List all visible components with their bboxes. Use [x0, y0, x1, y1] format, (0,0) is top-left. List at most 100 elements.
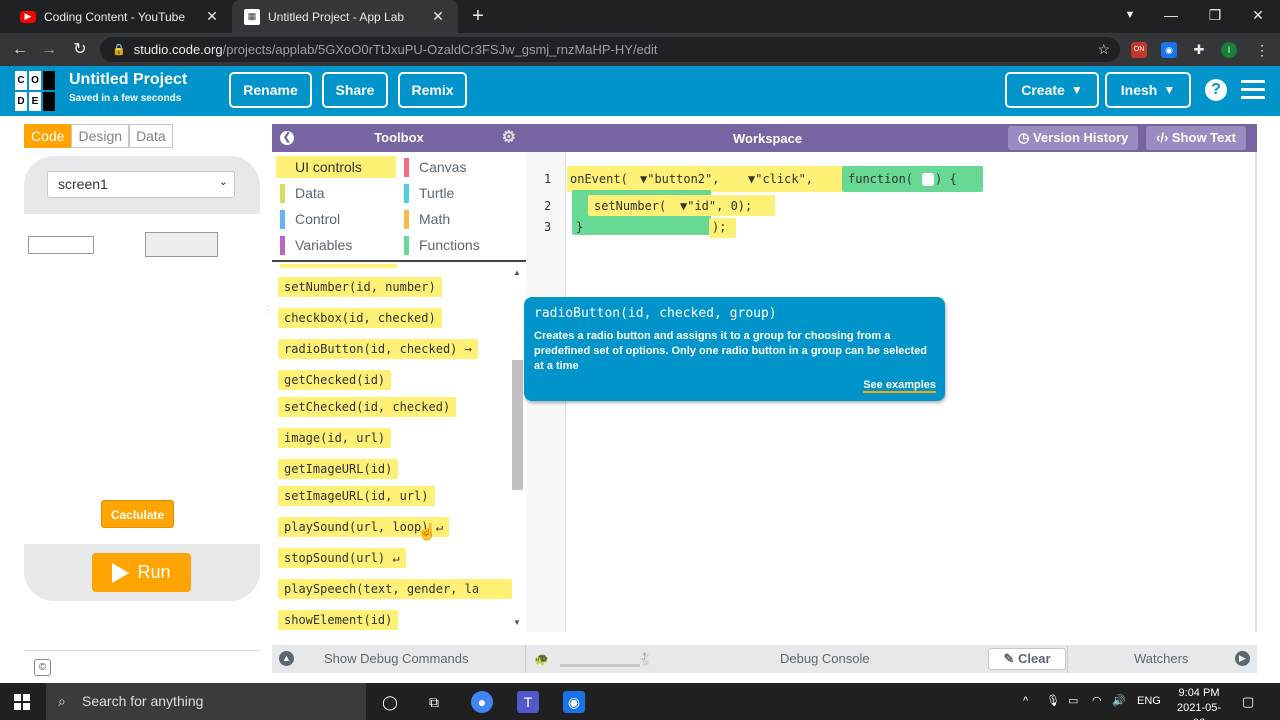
divider	[525, 645, 526, 673]
tab-search-icon[interactable]: ▼	[1108, 0, 1152, 33]
hamburger-menu-icon[interactable]	[1241, 80, 1265, 104]
tab-data[interactable]: Data	[129, 124, 173, 148]
create-dropdown[interactable]: Create ▼	[1005, 72, 1099, 108]
volume-icon[interactable]: 🔊	[1112, 683, 1126, 720]
line-number: 1	[544, 172, 552, 186]
history-icon: ◷	[1018, 130, 1033, 145]
block-getimageurl[interactable]: getImageURL(id)	[278, 459, 399, 479]
hand-cursor-icon: ☝	[417, 524, 437, 541]
teams-icon[interactable]: T	[517, 691, 539, 713]
browser-tab-applab[interactable]: ▦ Untitled Project - App Lab ✕	[232, 0, 458, 33]
block-stopsound[interactable]: stopSound(url) ↵	[278, 548, 406, 568]
speed-slider[interactable]	[560, 664, 640, 667]
app-text-input-1[interactable]	[28, 236, 94, 254]
block-showelement[interactable]: showElement(id)	[278, 610, 399, 630]
screen-capture-extension-icon[interactable]: ◉	[1161, 42, 1177, 58]
bookmark-star-icon[interactable]: ☆	[1097, 41, 1110, 58]
category-variables[interactable]: Variables	[276, 234, 396, 256]
chrome-icon[interactable]: ●	[471, 691, 493, 713]
toolbox-scrollbar-thumb[interactable]	[512, 360, 523, 490]
user-dropdown[interactable]: Inesh ▼	[1105, 72, 1191, 108]
tooltip-description: Creates a radio button and assigns it to…	[534, 330, 927, 372]
language-indicator[interactable]: ENG	[1137, 683, 1161, 720]
notifications-icon[interactable]: ▢	[1242, 683, 1254, 720]
project-title: Untitled Project	[69, 71, 188, 88]
block-image[interactable]: image(id, url)	[278, 428, 392, 448]
block-setnumber[interactable]: setNumber(id, number)	[278, 277, 442, 297]
app-text-input-2[interactable]	[145, 232, 218, 257]
taskbar-search[interactable]: ⌕ Search for anything	[46, 683, 366, 720]
code-arg-button2[interactable]: ▼"button2",	[640, 172, 719, 186]
rename-button[interactable]: Rename	[229, 72, 312, 108]
see-examples-link[interactable]: See examples	[863, 379, 936, 393]
minimize-button[interactable]: —	[1149, 0, 1193, 33]
category-math[interactable]: Math	[400, 208, 520, 230]
show-text-button[interactable]: ‹/› Show Text	[1146, 126, 1246, 150]
extensions-puzzle-icon[interactable]: ✚	[1191, 42, 1207, 58]
back-icon[interactable]: ←	[8, 38, 32, 62]
category-canvas[interactable]: Canvas	[400, 156, 520, 178]
clear-label: Clear	[1017, 651, 1051, 666]
forward-icon[interactable]: →	[37, 38, 61, 62]
tray-chevron-icon[interactable]: ^	[1023, 683, 1028, 720]
collapse-toolbox-icon[interactable]: ❮	[280, 131, 294, 145]
copyright-icon[interactable]: ©	[34, 659, 51, 676]
clear-button[interactable]: ✎ Clear	[988, 648, 1066, 670]
mic-icon[interactable]: 🎙	[1046, 683, 1060, 720]
version-history-button[interactable]: ◷ Version History	[1008, 126, 1139, 150]
partial-block[interactable]	[280, 264, 397, 268]
tab-design[interactable]: Design	[71, 124, 130, 148]
code-arg-click[interactable]: ▼"click",	[748, 172, 813, 186]
scroll-up-icon[interactable]: ▲	[513, 268, 521, 277]
logo-dot	[43, 71, 55, 90]
show-debug-commands[interactable]: Show Debug Commands	[324, 645, 469, 673]
close-tab-icon[interactable]: ✕	[204, 8, 220, 25]
block-getchecked[interactable]: getChecked(id)	[278, 370, 392, 390]
scroll-down-icon[interactable]: ▼	[513, 618, 521, 627]
block-setchecked[interactable]: setChecked(id, checked)	[278, 397, 457, 417]
url-field[interactable]: 🔒 studio.code.org /projects/applab/5GXoO…	[100, 37, 1120, 62]
category-color-bar	[404, 184, 409, 203]
chevron-right-icon[interactable]: ▶	[1235, 651, 1250, 666]
chevron-up-icon[interactable]: ▲	[279, 651, 294, 666]
reload-icon[interactable]: ↻	[68, 38, 92, 62]
category-turtle[interactable]: Turtle	[400, 182, 520, 204]
clock[interactable]: 9:04 PM 2021-05-06	[1172, 686, 1226, 720]
wifi-icon[interactable]: ◠	[1092, 683, 1102, 720]
code-org-logo[interactable]: C O D E	[15, 71, 55, 111]
screen-select[interactable]: screen1 ⌄	[47, 171, 235, 198]
block-setimageurl[interactable]: setImageURL(id, url)	[278, 486, 435, 506]
category-control[interactable]: Control	[276, 208, 396, 230]
new-tab-button[interactable]: +	[466, 4, 490, 28]
battery-icon[interactable]: ▭	[1068, 683, 1078, 720]
screen-recorder-icon[interactable]: ◉	[563, 691, 585, 713]
tab-code[interactable]: Code	[24, 124, 72, 148]
category-functions[interactable]: Functions	[400, 234, 520, 256]
share-button[interactable]: Share	[322, 72, 388, 108]
browser-menu-icon[interactable]: ⋮	[1254, 42, 1270, 58]
close-window-button[interactable]: ✕	[1236, 0, 1280, 33]
logo-dot	[43, 92, 55, 111]
extension-icon[interactable]: ON	[1131, 42, 1147, 58]
windows-start-icon[interactable]	[14, 694, 30, 710]
block-playspeech[interactable]: playSpeech(text, gender, la	[278, 579, 512, 599]
profile-avatar[interactable]: I	[1221, 42, 1237, 58]
block-radiobutton[interactable]: radioButton(id, checked) →	[278, 339, 478, 359]
run-button[interactable]: Run	[92, 553, 191, 592]
restore-button[interactable]: ❐	[1193, 0, 1237, 33]
help-icon[interactable]: ?	[1205, 79, 1227, 101]
param-slot[interactable]	[922, 173, 934, 186]
resize-handle-icon[interactable]: ⋮	[263, 305, 273, 325]
browser-tab-youtube[interactable]: ▶ Coding Content - YouTube ✕	[8, 0, 232, 33]
calculate-button[interactable]: Caclulate	[101, 500, 174, 528]
category-ui-controls[interactable]: UI controls	[276, 156, 396, 178]
cortana-icon[interactable]: ◯	[379, 691, 401, 713]
logo-letter: C	[15, 71, 27, 90]
category-data[interactable]: Data	[276, 182, 396, 204]
task-view-icon[interactable]: ⧉	[423, 691, 445, 713]
gear-icon[interactable]: ⚙	[502, 124, 516, 152]
remix-button[interactable]: Remix	[398, 72, 467, 108]
block-checkbox[interactable]: checkbox(id, checked)	[278, 308, 442, 328]
close-tab-icon[interactable]: ✕	[430, 8, 446, 25]
code-setnumber-args[interactable]: ▼"id", 0);	[680, 199, 752, 213]
